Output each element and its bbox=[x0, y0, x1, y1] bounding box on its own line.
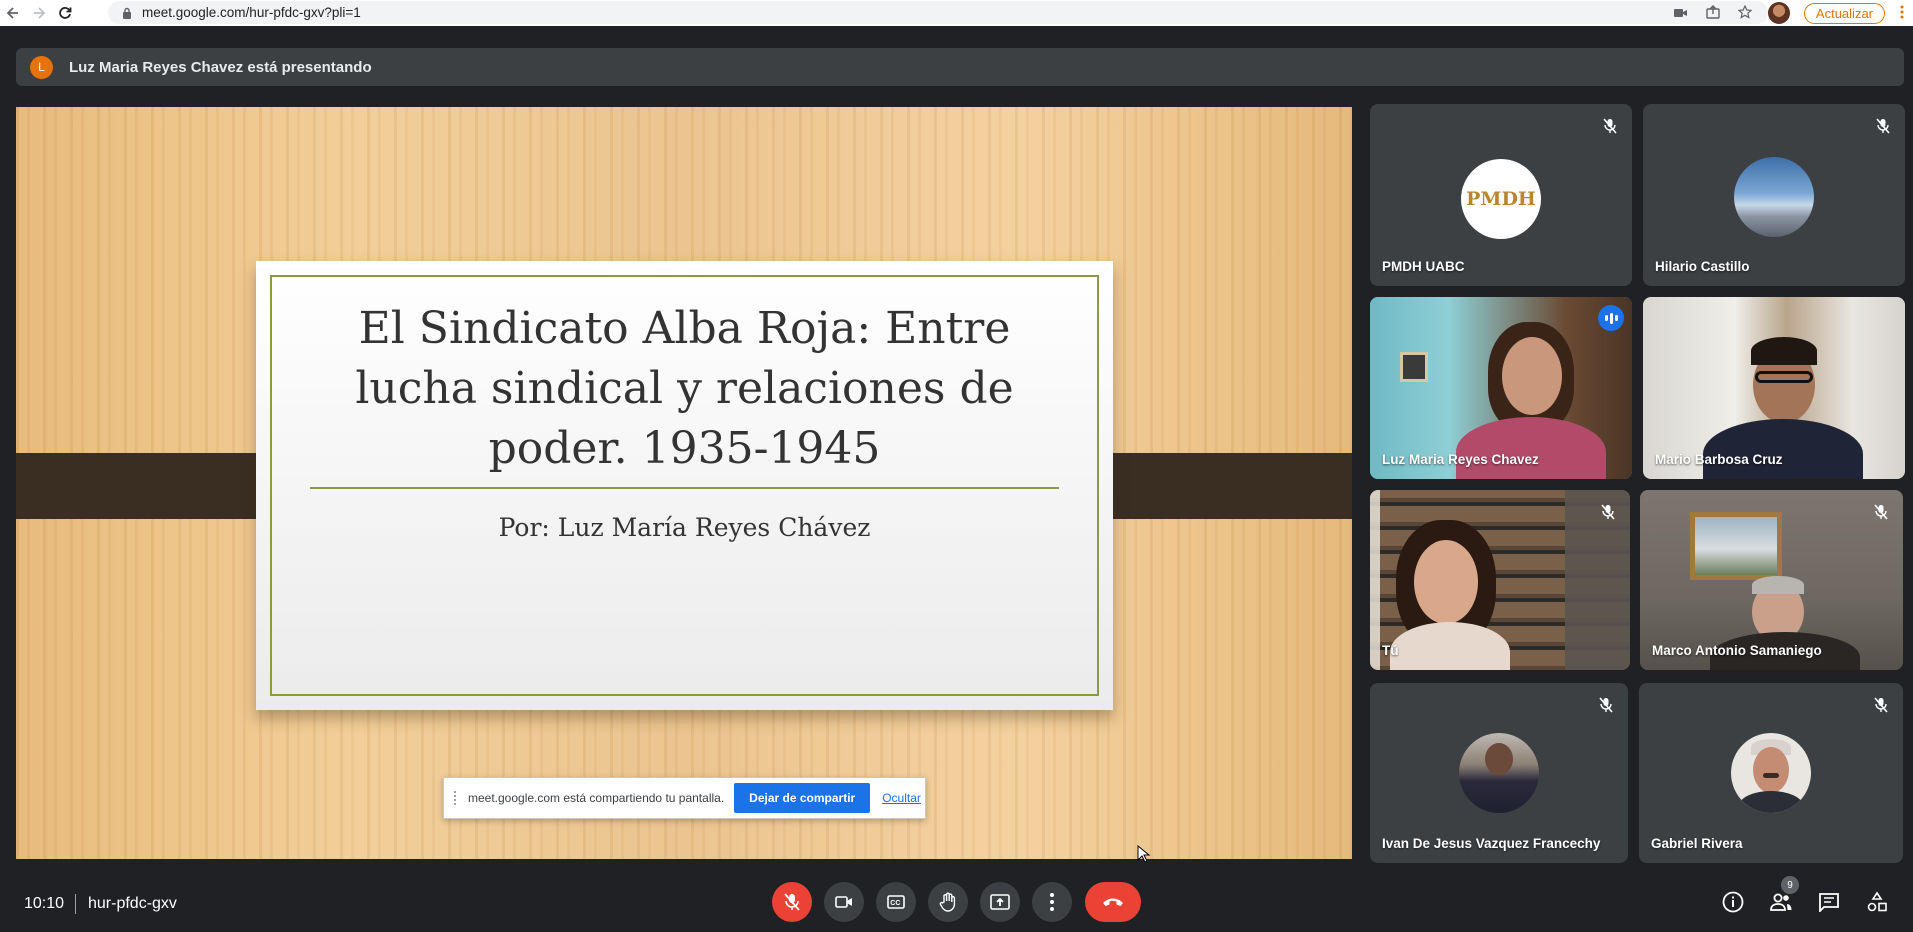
decor-bar-right bbox=[1081, 453, 1352, 519]
avatar bbox=[1459, 733, 1539, 813]
mic-off-icon bbox=[784, 893, 800, 911]
activities-button[interactable] bbox=[1863, 888, 1891, 916]
chat-icon bbox=[1819, 893, 1839, 912]
share-notice-text: meet.google.com está compartiendo tu pan… bbox=[468, 791, 725, 805]
address-bar[interactable]: meet.google.com/hur-pfdc-gxv?pli=1 bbox=[108, 1, 1768, 24]
more-icon bbox=[1050, 893, 1054, 911]
mic-off-icon bbox=[1871, 695, 1891, 715]
forward-icon[interactable] bbox=[26, 0, 52, 26]
back-icon[interactable] bbox=[0, 0, 26, 26]
avatar bbox=[1734, 157, 1814, 237]
url-text: meet.google.com/hur-pfdc-gxv?pli=1 bbox=[142, 5, 361, 20]
participant-tile[interactable]: Tú bbox=[1370, 490, 1630, 670]
info-icon bbox=[1722, 891, 1744, 913]
participant-tile[interactable]: Hilario Castillo bbox=[1643, 104, 1905, 286]
more-options-button[interactable] bbox=[1032, 882, 1072, 922]
participant-name: Luz Maria Reyes Chavez bbox=[1382, 452, 1539, 467]
meeting-time: 10:10 bbox=[24, 895, 65, 912]
browser-toolbar: meet.google.com/hur-pfdc-gxv?pli=1 Actua… bbox=[0, 0, 1913, 26]
meeting-details-button[interactable] bbox=[1719, 888, 1747, 916]
presenter-banner: L Luz Maria Reyes Chavez está presentand… bbox=[16, 48, 1904, 86]
divider bbox=[75, 894, 76, 914]
activities-icon bbox=[1867, 891, 1887, 912]
mic-off-icon bbox=[1873, 116, 1893, 136]
lock-icon bbox=[123, 7, 131, 19]
camera-indicator-icon[interactable] bbox=[1672, 5, 1690, 21]
stop-sharing-button[interactable]: Dejar de compartir bbox=[734, 783, 871, 813]
people-icon bbox=[1770, 893, 1792, 911]
participant-name: Tú bbox=[1382, 643, 1399, 658]
participant-tile[interactable]: Gabriel Rivera bbox=[1639, 683, 1903, 863]
reload-icon[interactable] bbox=[52, 0, 78, 26]
meeting-controls-bar: 10:10 hur-pfdc-gxv CC bbox=[0, 872, 1913, 932]
participant-name: Gabriel Rivera bbox=[1651, 836, 1743, 851]
slide-divider bbox=[310, 487, 1059, 489]
mic-off-icon bbox=[1598, 502, 1618, 522]
participant-tile[interactable]: Mario Barbosa Cruz bbox=[1643, 297, 1905, 479]
meeting-code: hur-pfdc-gxv bbox=[88, 895, 177, 912]
decor-bar-left bbox=[16, 453, 284, 519]
profile-avatar[interactable] bbox=[1767, 2, 1790, 24]
raise-hand-icon bbox=[939, 892, 956, 912]
menu-dots-icon[interactable] bbox=[1899, 5, 1905, 22]
update-button[interactable]: Actualizar bbox=[1803, 2, 1885, 24]
avatar bbox=[1731, 733, 1811, 813]
hide-link[interactable]: Ocultar bbox=[882, 791, 921, 805]
leave-call-button[interactable] bbox=[1085, 882, 1141, 922]
drag-handle-icon[interactable] bbox=[454, 791, 460, 805]
shared-screen: El Sindicato Alba Roja: Entre lucha sind… bbox=[16, 107, 1352, 859]
hangup-icon bbox=[1103, 898, 1123, 906]
mic-off-icon bbox=[1596, 695, 1616, 715]
camera-toggle-button[interactable] bbox=[824, 882, 864, 922]
share-icon[interactable] bbox=[1704, 4, 1722, 22]
participant-tile[interactable]: Ivan De Jesus Vazquez Francechy bbox=[1370, 683, 1628, 863]
svg-text:CC: CC bbox=[890, 900, 900, 907]
chat-button[interactable] bbox=[1815, 888, 1843, 916]
participant-video bbox=[1370, 490, 1630, 670]
avatar: PMDH bbox=[1461, 159, 1541, 239]
participant-name: Ivan De Jesus Vazquez Francechy bbox=[1382, 836, 1601, 851]
presenter-banner-text: Luz Maria Reyes Chavez está presentando bbox=[69, 58, 372, 76]
participant-tile[interactable]: Luz Maria Reyes Chavez bbox=[1370, 297, 1632, 479]
screen-share-notice: meet.google.com está compartiendo tu pan… bbox=[443, 777, 926, 819]
participant-tile[interactable]: Marco Antonio Samaniego bbox=[1640, 490, 1903, 670]
presenter-avatar: L bbox=[30, 55, 53, 79]
participant-name: Hilario Castillo bbox=[1655, 259, 1750, 274]
mic-off-icon bbox=[1871, 502, 1891, 522]
mouse-cursor-icon bbox=[1137, 845, 1151, 863]
participant-name: Marco Antonio Samaniego bbox=[1652, 643, 1822, 658]
mic-toggle-button[interactable] bbox=[772, 882, 812, 922]
bookmark-star-icon[interactable] bbox=[1736, 4, 1754, 22]
participant-count-badge: 9 bbox=[1781, 876, 1799, 894]
present-icon bbox=[990, 894, 1010, 910]
mic-off-icon bbox=[1600, 116, 1620, 136]
participant-name: PMDH UABC bbox=[1382, 259, 1465, 274]
avatar-logo-text: PMDH bbox=[1466, 188, 1536, 210]
captions-button[interactable]: CC bbox=[876, 882, 916, 922]
present-screen-button[interactable] bbox=[980, 882, 1020, 922]
raise-hand-button[interactable] bbox=[928, 882, 968, 922]
camera-icon bbox=[835, 896, 852, 908]
slide-subtitle: Por: Luz María Reyes Chávez bbox=[498, 513, 871, 542]
captions-icon: CC bbox=[887, 895, 905, 909]
speaking-indicator-icon bbox=[1598, 305, 1624, 331]
participant-name: Mario Barbosa Cruz bbox=[1655, 452, 1783, 467]
participant-tile[interactable]: PMDH PMDH UABC bbox=[1370, 104, 1632, 286]
slide-title: El Sindicato Alba Roja: Entre lucha sind… bbox=[355, 303, 1014, 474]
slide: El Sindicato Alba Roja: Entre lucha sind… bbox=[256, 261, 1113, 710]
